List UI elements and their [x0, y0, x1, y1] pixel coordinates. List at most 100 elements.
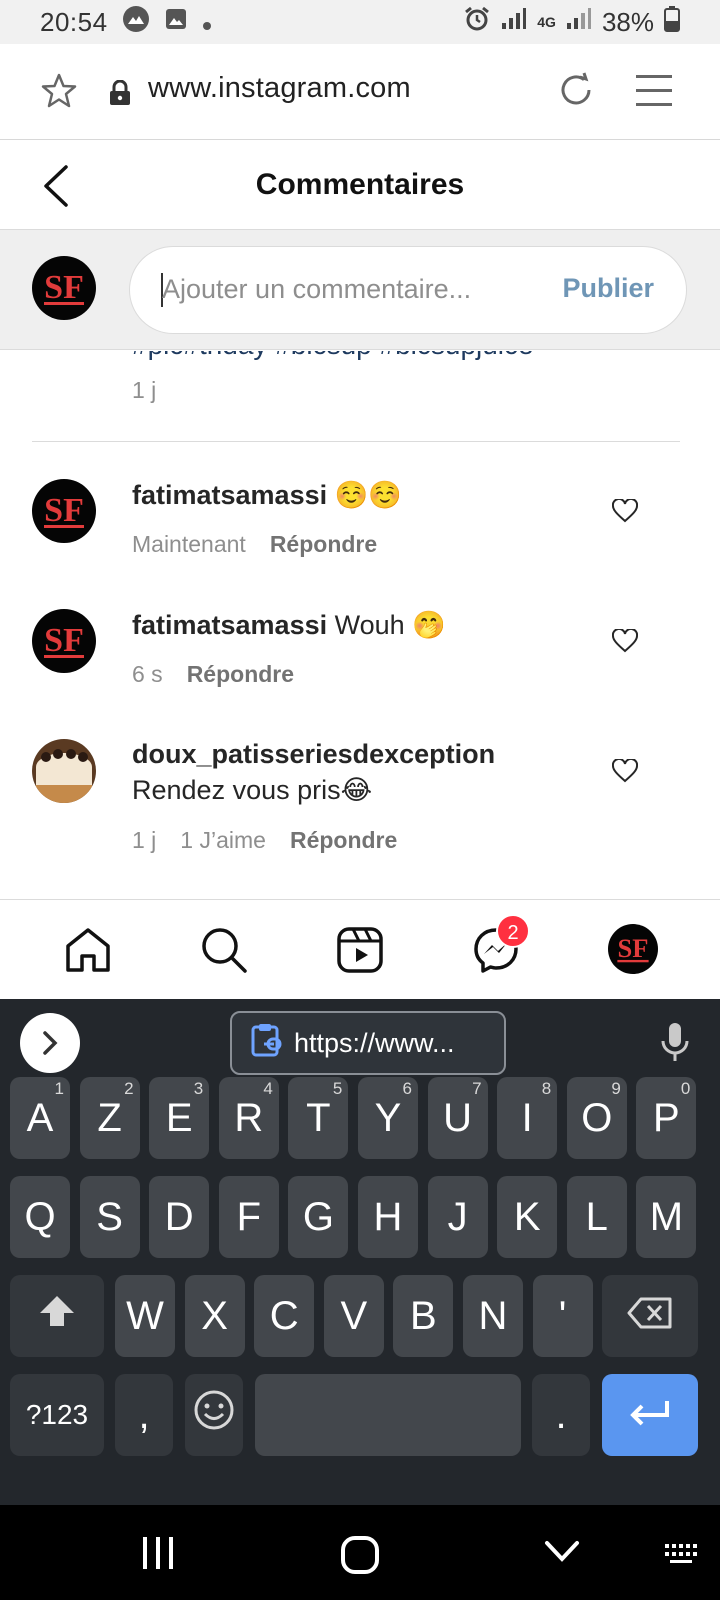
home-icon[interactable] — [64, 926, 112, 979]
key-n[interactable]: N — [463, 1275, 523, 1357]
search-icon[interactable] — [200, 926, 248, 979]
clipboard-suggestion[interactable]: https://www... — [230, 1011, 506, 1075]
lock-icon[interactable] — [108, 79, 132, 111]
key-u[interactable]: U7 — [427, 1077, 488, 1159]
key-p[interactable]: P0 — [636, 1077, 697, 1159]
backspace-key[interactable] — [602, 1275, 698, 1357]
hide-keyboard-chevron-icon[interactable] — [544, 1539, 580, 1570]
comments-header: Commentaires — [0, 140, 720, 230]
comment-body: fatimatsamassi Wouh 🤭 — [132, 609, 446, 641]
svg-text:SF: SF — [44, 492, 84, 529]
reply-button[interactable]: Répondre — [270, 531, 377, 558]
comment-time: Maintenant — [132, 531, 246, 557]
symbols-key[interactable]: ?123 — [10, 1374, 104, 1456]
key-a[interactable]: A1 — [10, 1077, 70, 1159]
key-j[interactable]: J — [427, 1176, 488, 1258]
comma-key[interactable]: , — [115, 1374, 173, 1456]
key-c[interactable]: C — [254, 1275, 315, 1357]
key-r[interactable]: R4 — [218, 1077, 279, 1159]
key-v[interactable]: V — [323, 1275, 384, 1357]
expand-toolbar-chevron-icon[interactable] — [20, 1013, 80, 1073]
key-label: T — [306, 1095, 331, 1140]
comment-meta: 6 s Répondre — [132, 661, 294, 688]
emoji-key[interactable] — [185, 1374, 243, 1456]
key-h[interactable]: H — [358, 1176, 418, 1258]
comment-meta: Maintenant Répondre — [132, 531, 377, 558]
key-number-hint: 6 — [402, 1079, 412, 1098]
key-m[interactable]: M — [636, 1176, 697, 1258]
comment-body: fatimatsamassi ☺️☺️ — [132, 479, 402, 511]
bookmark-star-icon[interactable] — [40, 72, 78, 115]
key-label: E — [165, 1095, 193, 1140]
period-key[interactable]: . — [532, 1374, 590, 1456]
keyboard-switch-icon[interactable] — [664, 1543, 698, 1570]
commenter-avatar[interactable]: SF — [32, 609, 96, 678]
system-navigation-bar — [0, 1505, 720, 1600]
dot-notification-icon — [202, 7, 212, 38]
emoji-smiley-icon — [193, 1389, 235, 1441]
key-z[interactable]: Z2 — [79, 1077, 140, 1159]
key-q[interactable]: Q — [10, 1176, 70, 1258]
like-heart-icon[interactable] — [611, 497, 639, 528]
key-label: O — [581, 1095, 613, 1140]
url-text[interactable]: www.instagram.com — [148, 72, 411, 105]
key-i[interactable]: I8 — [497, 1077, 558, 1159]
key-apostrophe[interactable]: ' — [532, 1275, 593, 1357]
key-l[interactable]: L — [566, 1176, 627, 1258]
recent-apps-icon[interactable] — [140, 1535, 176, 1576]
key-t[interactable]: T5 — [288, 1077, 349, 1159]
publish-button[interactable]: Publier — [562, 273, 654, 304]
key-x[interactable]: X — [184, 1275, 245, 1357]
reels-icon[interactable] — [336, 926, 384, 979]
profile-avatar[interactable]: SF — [608, 924, 658, 979]
key-f[interactable]: F — [218, 1176, 279, 1258]
key-k[interactable]: K — [497, 1176, 558, 1258]
comment-text: ☺️☺️ — [334, 480, 402, 510]
key-number-hint: 9 — [611, 1079, 621, 1098]
enter-arrow-icon — [627, 1393, 673, 1438]
signal-icon — [501, 7, 527, 38]
menu-hamburger-icon[interactable] — [634, 72, 674, 113]
like-heart-icon[interactable] — [611, 627, 639, 658]
alarm-icon — [463, 5, 491, 40]
key-d[interactable]: D — [149, 1176, 210, 1258]
status-bar: 20:54 4G 38% — [0, 0, 720, 44]
shift-key[interactable] — [10, 1275, 104, 1357]
battery-percentage: 38% — [601, 6, 654, 37]
key-number-hint: 4 — [263, 1079, 273, 1098]
key-y[interactable]: Y6 — [358, 1077, 418, 1159]
enter-key[interactable] — [602, 1374, 698, 1456]
key-g[interactable]: G — [288, 1176, 349, 1258]
reply-button[interactable]: Répondre — [187, 661, 294, 688]
key-e[interactable]: E3 — [149, 1077, 210, 1159]
comment-username[interactable]: fatimatsamassi — [132, 480, 327, 510]
key-b[interactable]: B — [393, 1275, 454, 1357]
comment-text: Rendez vous pris😂 — [132, 775, 373, 805]
reload-icon[interactable] — [556, 70, 596, 115]
key-s[interactable]: S — [79, 1176, 140, 1258]
current-user-avatar[interactable]: SF — [32, 256, 96, 325]
comment-input[interactable]: Ajouter un commentaire... Publier — [129, 246, 687, 334]
microphone-icon[interactable] — [660, 1021, 690, 1068]
commenter-avatar[interactable] — [32, 739, 96, 808]
commenter-avatar[interactable]: SF — [32, 479, 96, 548]
comment-input-placeholder: Ajouter un commentaire... — [162, 274, 472, 304]
svg-text:SF: SF — [618, 933, 649, 963]
like-heart-icon[interactable] — [611, 757, 639, 788]
mountain-notification-icon — [122, 5, 150, 40]
comment-time: 1 j — [132, 827, 157, 853]
home-button-icon[interactable] — [340, 1535, 380, 1580]
key-label: P — [653, 1095, 680, 1140]
key-w[interactable]: W — [115, 1275, 175, 1357]
comment-username[interactable]: fatimatsamassi — [132, 610, 327, 640]
key-label: Z — [97, 1095, 122, 1140]
spacebar-key[interactable] — [255, 1374, 521, 1456]
key-number-hint: 5 — [332, 1079, 343, 1098]
comment-username[interactable]: doux_patisseriesdexception — [132, 739, 495, 769]
caption-hashtags[interactable]: #pic#thday #bicsup #bicsupjuice — [132, 351, 534, 361]
key-o[interactable]: O9 — [566, 1077, 627, 1159]
messenger-icon[interactable]: 2 — [472, 914, 530, 979]
reply-button[interactable]: Répondre — [290, 827, 397, 854]
comment-likes[interactable]: 1 J’aime — [180, 827, 266, 854]
key-label: R — [234, 1095, 264, 1140]
